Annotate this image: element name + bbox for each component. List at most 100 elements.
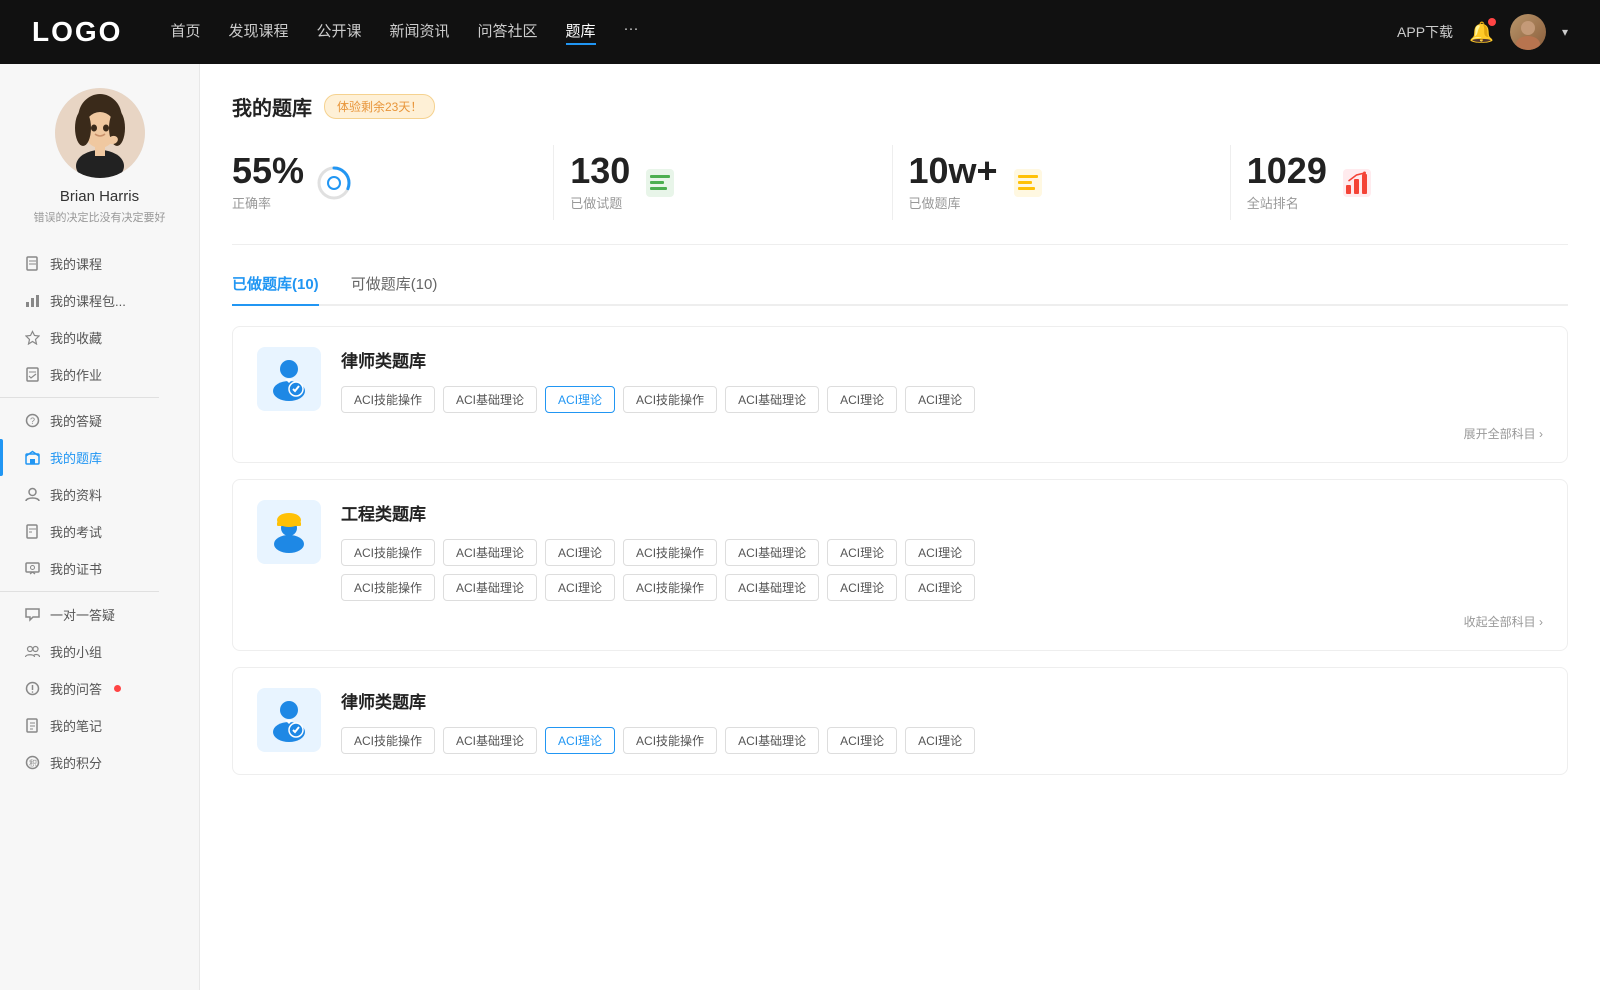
expand-lawyer1[interactable]: 展开全部科目 › [1464,425,1543,442]
sidebar-item-myqa[interactable]: 我的问答 [0,670,199,707]
tab-done[interactable]: 已做题库(10) [232,273,319,304]
bank-title-lawyer2: 律师类题库 [341,688,1543,713]
stat-done-questions-numbers: 130 已做试题 [570,153,630,212]
sidebar-label-questions: 我的答疑 [50,411,102,430]
tag-eng1-4[interactable]: ACI基础理论 [725,539,819,566]
tag-eng1-5[interactable]: ACI理论 [827,539,897,566]
sidebar-item-exam[interactable]: 我的考试 [0,513,199,550]
tag-eng1-3[interactable]: ACI技能操作 [623,539,717,566]
avatar-image [1510,14,1546,50]
tag-eng1-12[interactable]: ACI理论 [827,574,897,601]
sidebar-item-favorites[interactable]: 我的收藏 [0,319,199,356]
nav-open[interactable]: 公开课 [316,20,361,45]
tag-lawyer2-0[interactable]: ACI技能操作 [341,727,435,754]
tag-eng1-13[interactable]: ACI理论 [905,574,975,601]
tab-todo[interactable]: 可做题库(10) [351,273,438,304]
sidebar-label-favorites: 我的收藏 [50,328,102,347]
nav-bank[interactable]: 题库 [566,20,596,45]
page-title: 我的题库 [232,92,312,121]
notification-bell[interactable]: 🔔 [1469,20,1494,45]
tag-eng1-0[interactable]: ACI技能操作 [341,539,435,566]
sidebar-item-group[interactable]: 我的小组 [0,633,199,670]
tag-eng1-11[interactable]: ACI基础理论 [725,574,819,601]
tag-eng1-8[interactable]: ACI基础理论 [443,574,537,601]
bar-icon [24,293,40,309]
bank-tags-engineer1-row1: ACI技能操作 ACI基础理论 ACI理论 ACI技能操作 ACI基础理论 AC… [341,539,1543,566]
tag-eng1-10[interactable]: ACI技能操作 [623,574,717,601]
tag-lawyer2-2[interactable]: ACI理论 [545,727,615,754]
tag-eng1-1[interactable]: ACI基础理论 [443,539,537,566]
stat-accuracy-value: 55% [232,153,304,189]
tag-lawyer1-1[interactable]: ACI基础理论 [443,386,537,413]
stats-row: 55% 正确率 130 已做试题 [232,145,1568,245]
stat-site-rank-value: 1029 [1247,153,1327,189]
group-icon [24,644,40,660]
logo: LOGO [32,16,122,48]
sidebar-item-notes[interactable]: 我的笔记 [0,707,199,744]
stat-accuracy-label: 正确率 [232,193,304,212]
nav-more[interactable]: ··· [624,20,639,45]
tag-lawyer2-1[interactable]: ACI基础理论 [443,727,537,754]
navbar-right: APP下载 🔔 ▾ [1397,14,1568,50]
bank-content-engineer1: 工程类题库 ACI技能操作 ACI基础理论 ACI理论 ACI技能操作 ACI基… [341,500,1543,630]
tag-lawyer1-0[interactable]: ACI技能操作 [341,386,435,413]
tag-lawyer2-3[interactable]: ACI技能操作 [623,727,717,754]
collapse-engineer1[interactable]: 收起全部科目 › [1464,613,1543,630]
svg-text:积: 积 [29,758,37,768]
bank-title-lawyer1: 律师类题库 [341,347,1543,372]
bank-icon-lawyer1 [257,347,321,411]
app-download-link[interactable]: APP下载 [1397,22,1453,42]
tag-eng1-7[interactable]: ACI技能操作 [341,574,435,601]
sidebar-divider-1 [0,397,159,398]
bank-content-lawyer2: 律师类题库 ACI技能操作 ACI基础理论 ACI理论 ACI技能操作 ACI基… [341,688,1543,754]
nav-qa[interactable]: 问答社区 [478,20,538,45]
sidebar-label-exam: 我的考试 [50,522,102,541]
nav-home[interactable]: 首页 [170,20,200,45]
user-avatar-nav[interactable] [1510,14,1546,50]
tag-lawyer1-3[interactable]: ACI技能操作 [623,386,717,413]
sidebar-label-myqa: 我的问答 [50,679,102,698]
bank-section-lawyer1: 律师类题库 ACI技能操作 ACI基础理论 ACI理论 ACI技能操作 ACI基… [232,326,1568,463]
sidebar-item-1on1[interactable]: 一对一答疑 [0,596,199,633]
sidebar-label-profile: 我的资料 [50,485,102,504]
stat-done-banks-numbers: 10w+ 已做题库 [909,153,998,212]
user-dropdown-chevron[interactable]: ▾ [1562,25,1568,39]
star-icon [24,330,40,346]
stat-site-rank-label: 全站排名 [1247,193,1327,212]
sidebar-item-points[interactable]: 积 我的积分 [0,744,199,781]
sidebar-item-profile[interactable]: 我的资料 [0,476,199,513]
bank-footer-lawyer1: 展开全部科目 › [341,425,1543,442]
tag-lawyer1-5[interactable]: ACI理论 [827,386,897,413]
tag-lawyer2-4[interactable]: ACI基础理论 [725,727,819,754]
nav-news[interactable]: 新闻资讯 [390,20,450,45]
stat-site-rank: 1029 全站排名 [1231,145,1568,220]
tag-eng1-2[interactable]: ACI理论 [545,539,615,566]
sidebar-item-course-pkg[interactable]: 我的课程包... [0,282,199,319]
bank-tags-engineer1-row2: ACI技能操作 ACI基础理论 ACI理论 ACI技能操作 ACI基础理论 AC… [341,574,1543,601]
stat-site-rank-numbers: 1029 全站排名 [1247,153,1327,212]
tabs-row: 已做题库(10) 可做题库(10) [232,273,1568,306]
tag-eng1-6[interactable]: ACI理论 [905,539,975,566]
sidebar-item-my-courses[interactable]: 我的课程 [0,245,199,282]
sidebar-menu: 我的课程 我的课程包... 我的收藏 我的作业 [0,245,199,781]
bank-content-lawyer1: 律师类题库 ACI技能操作 ACI基础理论 ACI理论 ACI技能操作 ACI基… [341,347,1543,442]
tag-lawyer2-6[interactable]: ACI理论 [905,727,975,754]
myqa-notification-dot [114,685,121,692]
sidebar-label-group: 我的小组 [50,642,102,661]
sidebar-item-certificate[interactable]: 我的证书 [0,550,199,587]
stat-done-banks-label: 已做题库 [909,193,998,212]
tag-lawyer1-2[interactable]: ACI理论 [545,386,615,413]
stat-done-questions-value: 130 [570,153,630,189]
tag-eng1-9[interactable]: ACI理论 [545,574,615,601]
done-questions-icon [642,165,678,201]
tag-lawyer2-5[interactable]: ACI理论 [827,727,897,754]
tag-lawyer1-4[interactable]: ACI基础理论 [725,386,819,413]
sidebar-item-questions[interactable]: ? 我的答疑 [0,402,199,439]
sidebar-item-question-bank[interactable]: 我的题库 [0,439,199,476]
sidebar-item-homework[interactable]: 我的作业 [0,356,199,393]
sidebar: Brian Harris 错误的决定比没有决定要好 我的课程 我的课程包... [0,64,200,990]
tag-lawyer1-6[interactable]: ACI理论 [905,386,975,413]
bank-icon-engineer1 [257,500,321,564]
sidebar-label-my-courses: 我的课程 [50,254,102,273]
nav-discover[interactable]: 发现课程 [228,20,288,45]
